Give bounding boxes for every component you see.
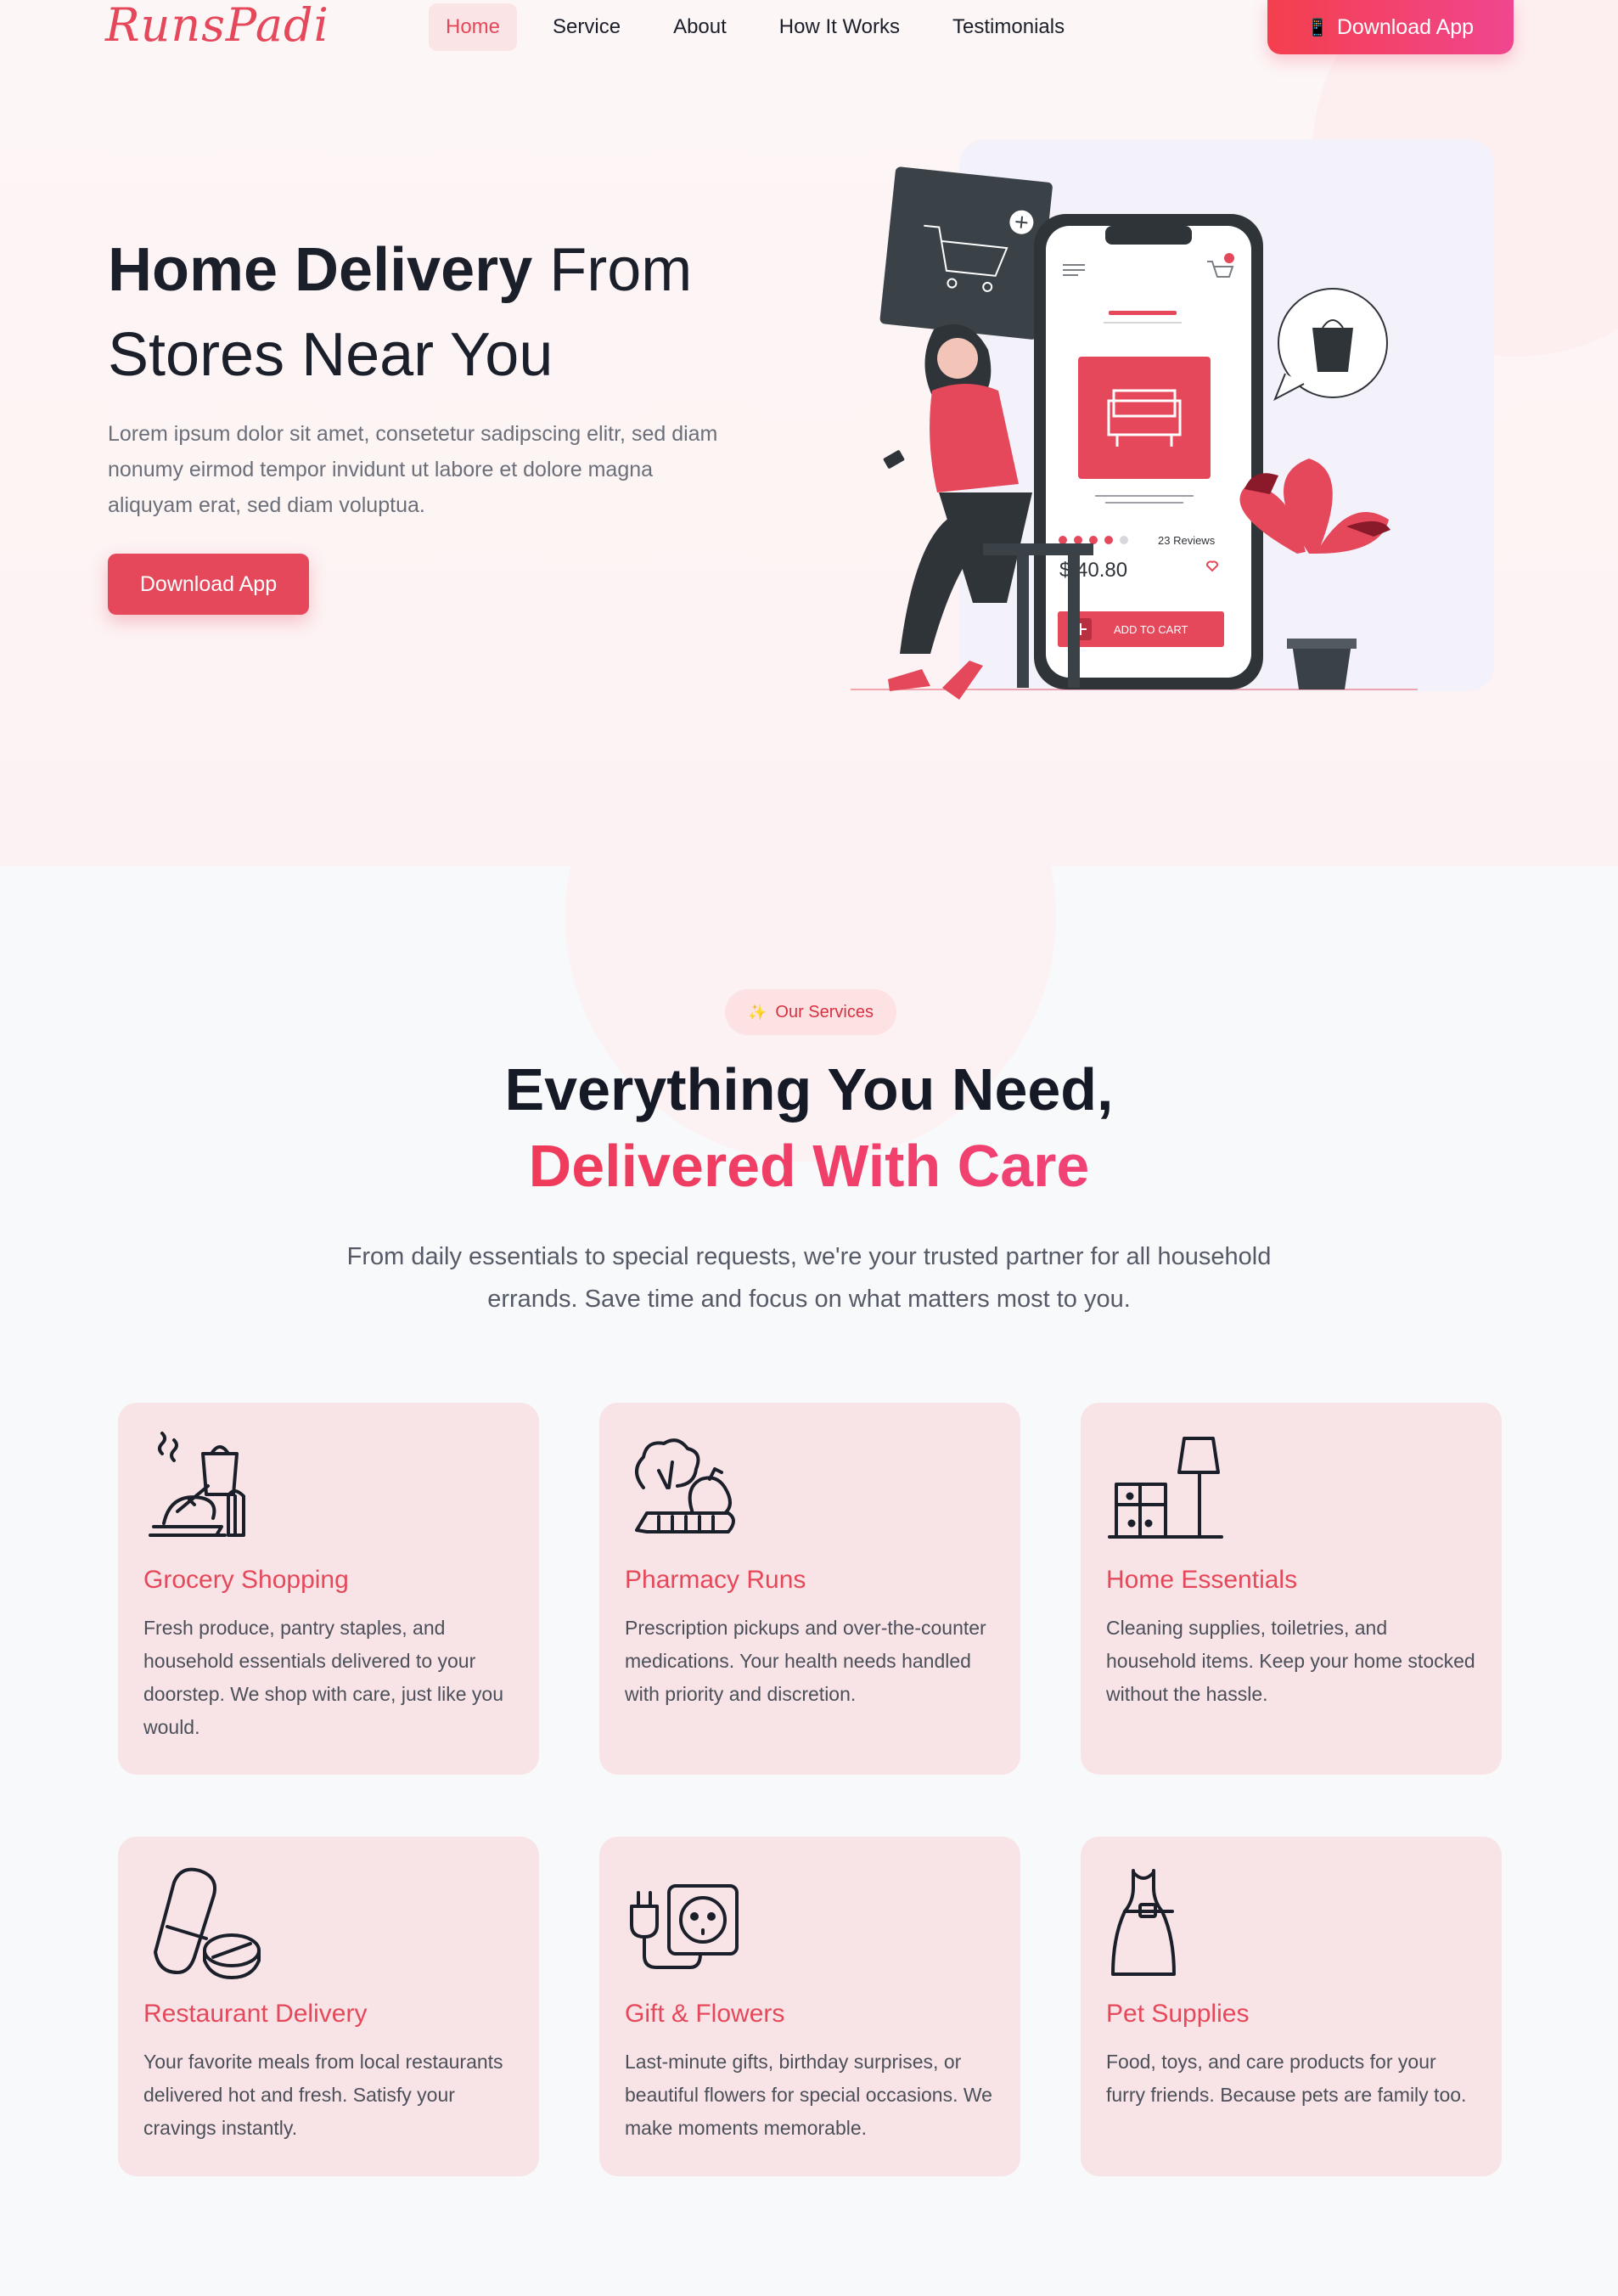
service-card-text: Fresh produce, pantry staples, and house… xyxy=(143,1617,504,1738)
service-card-title: Home Essentials xyxy=(1106,1566,1298,1594)
service-card-pet-supplies[interactable]: Pet Supplies Food, toys, and care produc… xyxy=(1081,1837,1502,2176)
plug-socket-icon xyxy=(630,1884,739,1969)
grocery-icon xyxy=(149,1432,245,1537)
nav-home[interactable]: Home xyxy=(429,3,518,51)
our-services-badge: ✨ Our Services xyxy=(725,989,896,1035)
service-card-gifts[interactable]: Gift & Flowers Last-minute gifts, birthd… xyxy=(599,1837,1020,2176)
hero-section: Home Delivery From Stores Near You Lorem… xyxy=(0,0,1618,866)
brand-logo[interactable]: RunsPadi xyxy=(105,0,329,52)
cart-board-icon xyxy=(879,166,1053,340)
service-card-home-essentials[interactable]: Home Essentials Cleaning supplies, toile… xyxy=(1081,1403,1502,1775)
hero-title: Home Delivery From Stores Near You xyxy=(108,236,693,389)
service-card-pharmacy[interactable]: Pharmacy Runs Prescription pickups and o… xyxy=(599,1403,1020,1775)
hero-illustration: 23 Reviews $ 40.80 ADD TO CART xyxy=(851,139,1494,700)
services-title: Everything You Need, Delivered With Care xyxy=(0,1051,1618,1204)
service-card-title: Grocery Shopping xyxy=(143,1566,349,1594)
service-card-title: Restaurant Delivery xyxy=(143,2000,368,2028)
vegetables-icon xyxy=(635,1438,735,1533)
nav-testimonials[interactable]: Testimonials xyxy=(935,3,1081,51)
service-card-text: Prescription pickups and over-the-counte… xyxy=(625,1617,986,1705)
service-card-text: Your favorite meals from local restauran… xyxy=(143,2051,503,2139)
services-section: ✨ Our Services Everything You Need, Deli… xyxy=(0,866,1618,2296)
add-to-cart-label: ADD TO CART xyxy=(1114,623,1188,636)
hero-description: Lorem ipsum dolor sit amet, consetetur s… xyxy=(108,422,718,517)
furniture-lamp-icon xyxy=(1108,1437,1223,1539)
reviews-count: 23 Reviews xyxy=(1158,534,1216,547)
badge-label: Our Services xyxy=(775,1002,874,1021)
sparkle-icon: ✨ xyxy=(747,1003,767,1021)
service-card-title: Gift & Flowers xyxy=(625,2000,785,2028)
top-navigation: RunsPadi Home Service About How It Works… xyxy=(0,0,1618,54)
nav-download-app-button[interactable]: 📱 Download App xyxy=(1267,0,1514,54)
nav-about[interactable]: About xyxy=(656,3,744,51)
services-subtitle: From daily essentials to special request… xyxy=(346,1243,1272,1313)
pills-icon xyxy=(154,1867,261,1979)
service-card-text: Last-minute gifts, birthday surprises, o… xyxy=(625,2051,992,2139)
nav-service[interactable]: Service xyxy=(536,3,638,51)
service-card-text: Food, toys, and care products for your f… xyxy=(1106,2051,1467,2106)
nav-how-it-works[interactable]: How It Works xyxy=(762,3,917,51)
phone-icon: 📱 xyxy=(1306,18,1329,37)
nav-download-app-label: Download App xyxy=(1336,14,1475,39)
service-card-grocery[interactable]: Grocery Shopping Fresh produce, pantry s… xyxy=(118,1403,539,1775)
service-card-restaurant[interactable]: Restaurant Delivery Your favorite meals … xyxy=(118,1837,539,2176)
dress-icon xyxy=(1111,1869,1176,1976)
services-title-line2: Delivered With Care xyxy=(0,1128,1618,1204)
nav-links: Home Service About How It Works Testimon… xyxy=(429,3,1093,51)
hero-download-app-button[interactable]: Download App xyxy=(108,554,309,615)
services-title-line1: Everything You Need, xyxy=(504,1056,1114,1123)
service-card-title: Pharmacy Runs xyxy=(625,1566,806,1594)
service-card-title: Pet Supplies xyxy=(1106,2000,1250,2028)
service-card-text: Cleaning supplies, toiletries, and house… xyxy=(1106,1617,1475,1705)
